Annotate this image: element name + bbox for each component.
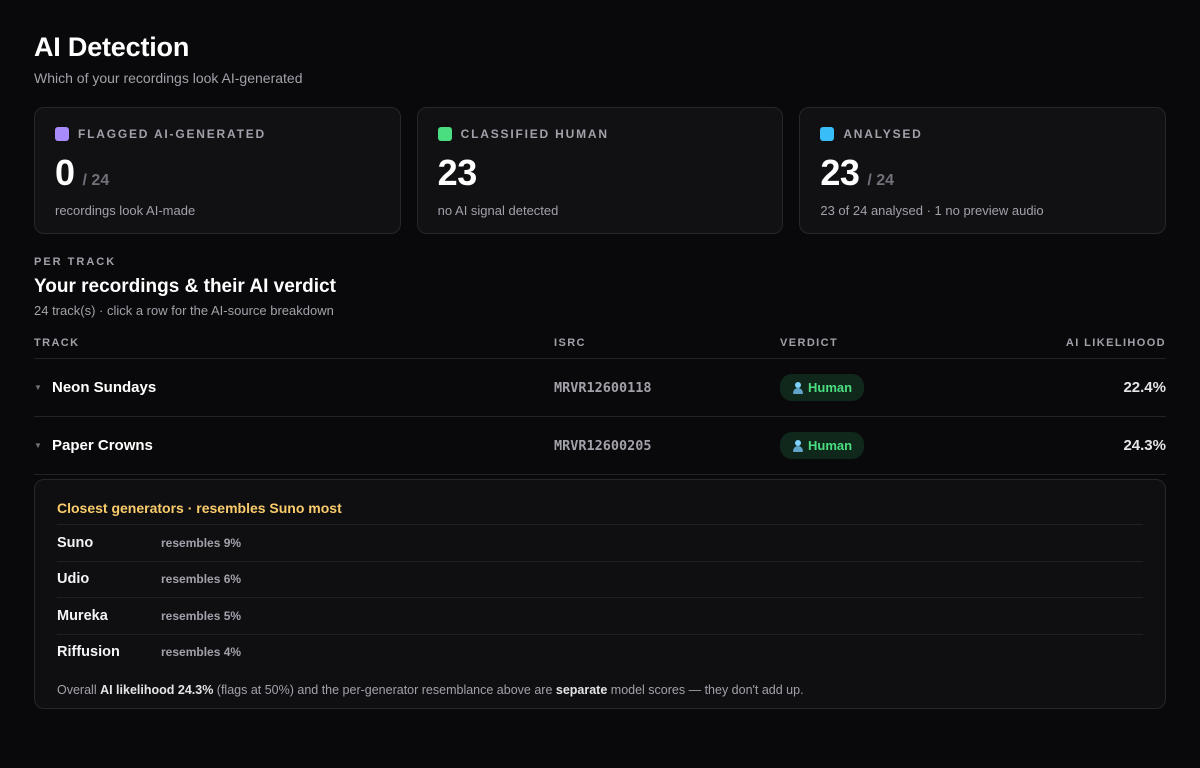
table-row[interactable]: ▼ Neon Sundays MRVR12600118 Human 22.4% bbox=[34, 359, 1166, 417]
table-header: TRACK ISRC VERDICT AI LIKELIHOOD bbox=[34, 328, 1166, 359]
stat-total: / 24 bbox=[867, 172, 895, 189]
verdict-label: Human bbox=[808, 438, 853, 453]
ai-source-breakdown-panel: Closest generators · resembles Suno most… bbox=[34, 479, 1166, 709]
stat-description: 23 of 24 analysed · 1 no preview audio bbox=[820, 203, 1044, 218]
stat-total: / 24 bbox=[82, 172, 110, 189]
stats-row: FLAGGED AI-GENERATED 0 / 24 recordings l… bbox=[34, 107, 1167, 234]
stat-label: CLASSIFIED HUMAN bbox=[460, 127, 609, 141]
list-item: Riffusion resembles 4% bbox=[57, 633, 1143, 671]
track-isrc: MRVR12600205 bbox=[554, 437, 652, 454]
generator-name: Riffusion bbox=[57, 644, 120, 661]
breakdown-title: Closest generators · resembles Suno most bbox=[57, 500, 342, 516]
section-subtitle: 24 track(s) · click a row for the AI-sou… bbox=[34, 303, 334, 318]
note-ai-likelihood: AI likelihood 24.3% bbox=[100, 683, 214, 697]
person-icon bbox=[792, 439, 804, 452]
stat-value: 23 bbox=[820, 152, 860, 193]
stat-value: 0 bbox=[55, 152, 75, 193]
expand-caret-icon[interactable]: ▼ bbox=[34, 383, 52, 392]
track-name: Neon Sundays bbox=[52, 379, 157, 396]
list-item: Suno resembles 9% bbox=[57, 524, 1143, 561]
column-header-isrc: ISRC bbox=[554, 337, 586, 349]
generator-resemblance: resembles 6% bbox=[161, 572, 242, 587]
human-color-dot bbox=[437, 127, 452, 141]
list-item: Mureka resembles 5% bbox=[57, 597, 1143, 634]
ai-likelihood-value: 24.3% bbox=[1123, 436, 1166, 454]
verdict-badge: Human bbox=[780, 432, 865, 459]
ai-detection-page: AI Detection Which of your recordings lo… bbox=[0, 0, 1200, 768]
section-eyebrow: PER TRACK bbox=[34, 256, 117, 268]
column-header-track: TRACK bbox=[34, 337, 80, 349]
page-title: AI Detection bbox=[34, 32, 190, 62]
verdict-label: Human bbox=[808, 380, 853, 395]
stat-description: no AI signal detected bbox=[437, 203, 559, 218]
table-row[interactable]: ▼ Paper Crowns MRVR12600205 Human 24.3% bbox=[34, 417, 1166, 475]
note-separate: separate bbox=[555, 683, 608, 697]
track-name: Paper Crowns bbox=[52, 437, 153, 454]
column-header-ai-likelihood: AI LIKELIHOOD bbox=[1065, 337, 1166, 349]
column-header-verdict: VERDICT bbox=[780, 337, 839, 349]
generator-name: Mureka bbox=[57, 607, 108, 624]
track-isrc: MRVR12600118 bbox=[554, 379, 652, 396]
note-text: model scores — they don't add up. bbox=[607, 683, 804, 697]
generator-list: Suno resembles 9% Udio resembles 6% Mure… bbox=[57, 524, 1143, 670]
tracks-table: TRACK ISRC VERDICT AI LIKELIHOOD ▼ Neon … bbox=[34, 328, 1166, 475]
generator-name: Udio bbox=[57, 571, 90, 588]
generator-resemblance: resembles 9% bbox=[161, 535, 242, 550]
section-title: Your recordings & their AI verdict bbox=[34, 276, 336, 297]
generator-resemblance: resembles 4% bbox=[161, 645, 242, 660]
stat-description: recordings look AI-made bbox=[55, 203, 196, 218]
flagged-color-dot bbox=[55, 127, 69, 141]
note-text: Overall bbox=[57, 683, 101, 697]
generator-name: Suno bbox=[57, 534, 94, 551]
ai-likelihood-value: 22.4% bbox=[1123, 378, 1166, 396]
stat-label: ANALYSED bbox=[843, 127, 923, 141]
list-item: Udio resembles 6% bbox=[57, 560, 1143, 598]
stat-value: 23 bbox=[437, 152, 478, 193]
analysed-color-dot bbox=[820, 127, 835, 141]
stat-card-analysed: ANALYSED 23 / 24 23 of 24 analysed · 1 n… bbox=[799, 107, 1167, 234]
person-icon bbox=[792, 381, 804, 394]
stat-card-flagged: FLAGGED AI-GENERATED 0 / 24 recordings l… bbox=[34, 107, 401, 234]
note-text: (flags at 50%) and the per-generator res… bbox=[213, 683, 556, 697]
generator-resemblance: resembles 5% bbox=[161, 608, 242, 623]
page-subtitle: Which of your recordings look AI-generat… bbox=[34, 70, 303, 86]
breakdown-note: Overall AI likelihood 24.3% (flags at 50… bbox=[57, 683, 1143, 697]
verdict-badge: Human bbox=[780, 374, 865, 401]
expand-caret-icon[interactable]: ▼ bbox=[34, 441, 52, 450]
stat-label: FLAGGED AI-GENERATED bbox=[78, 127, 266, 141]
stat-card-human: CLASSIFIED HUMAN 23 no AI signal detecte… bbox=[416, 107, 784, 234]
